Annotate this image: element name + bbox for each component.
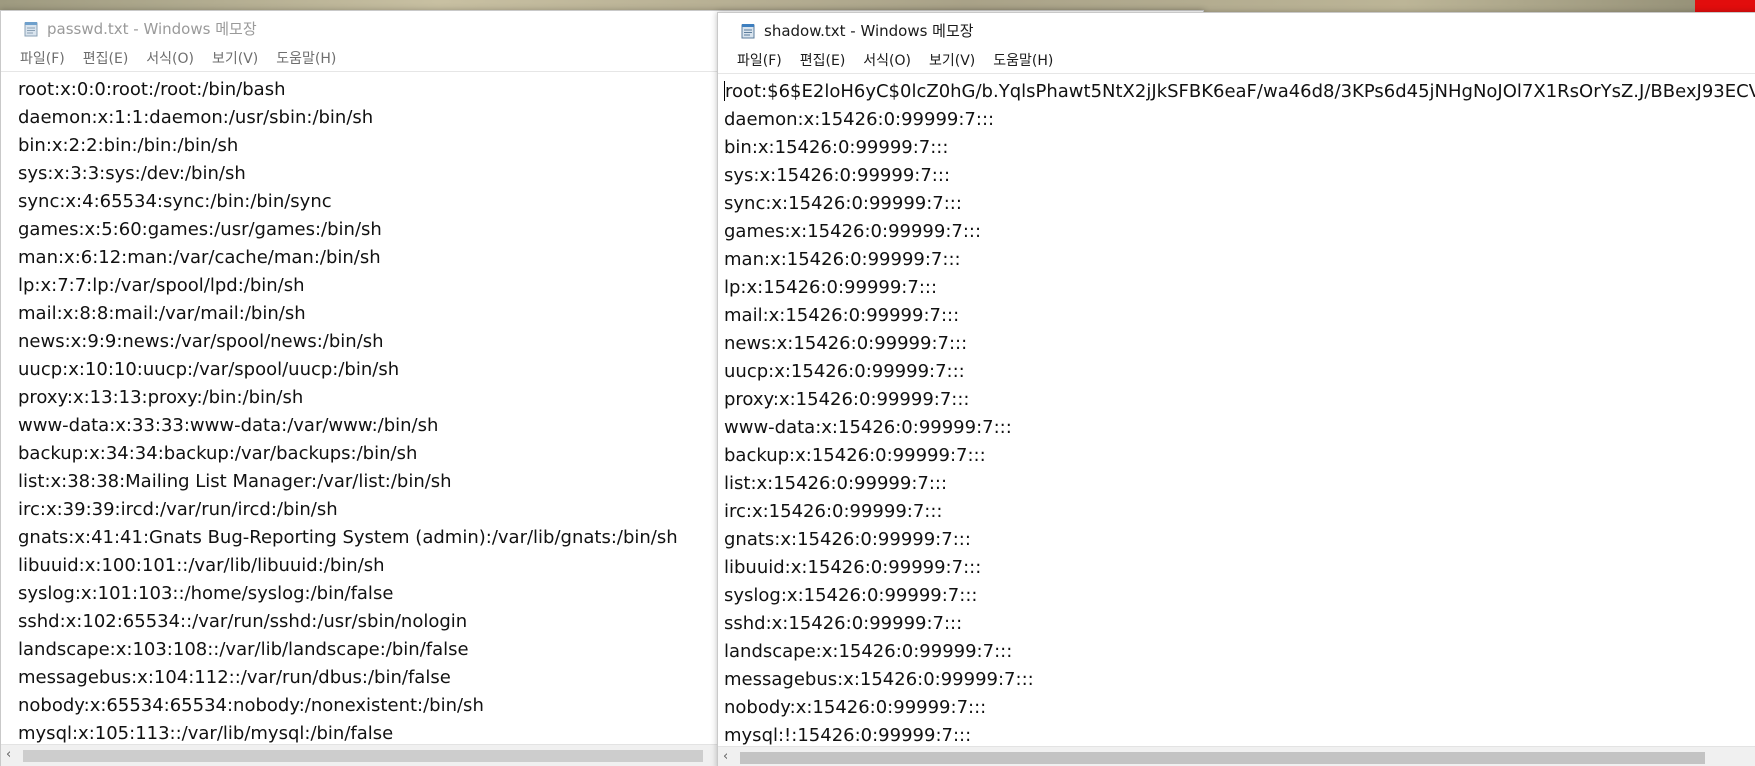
text-lines: root:$6$E2loH6yC$0lcZ0hG/b.YqlsPhawt5NtX… — [724, 78, 1755, 747]
text-lines: root:x:0:0:root:/root:/bin/bash daemon:x… — [18, 76, 678, 745]
scrollbar-thumb[interactable] — [740, 752, 1705, 764]
text-line: uucp:x:15426:0:99999:7::: — [724, 361, 965, 382]
text-line: daemon:x:1:1:daemon:/usr/sbin:/bin/sh — [18, 107, 374, 128]
text-line: backup:x:15426:0:99999:7::: — [724, 445, 986, 466]
text-line: syslog:x:101:103::/home/syslog:/bin/fals… — [18, 583, 394, 604]
text-line: nobody:x:65534:65534:nobody:/nonexistent… — [18, 695, 484, 716]
text-line: nobody:x:15426:0:99999:7::: — [724, 697, 987, 718]
text-line: bin:x:2:2:bin:/bin:/bin/sh — [18, 135, 239, 156]
text-line: sshd:x:102:65534::/var/run/sshd:/usr/sbi… — [18, 611, 468, 632]
text-line: gnats:x:15426:0:99999:7::: — [724, 529, 971, 550]
menu-format[interactable]: 서식(O) — [137, 47, 203, 71]
text-line: syslog:x:15426:0:99999:7::: — [724, 585, 978, 606]
text-line: proxy:x:13:13:proxy:/bin:/bin/sh — [18, 387, 304, 408]
text-line: mail:x:8:8:mail:/var/mail:/bin/sh — [18, 303, 306, 324]
text-line: news:x:9:9:news:/var/spool/news:/bin/sh — [18, 331, 384, 352]
text-line: bin:x:15426:0:99999:7::: — [724, 137, 949, 158]
notepad-icon — [24, 22, 38, 37]
text-line: libuuid:x:15426:0:99999:7::: — [724, 557, 982, 578]
text-line: irc:x:39:39:ircd:/var/run/ircd:/bin/sh — [18, 499, 338, 520]
text-line: messagebus:x:104:112::/var/run/dbus:/bin… — [18, 667, 451, 688]
menu-help[interactable]: 도움말(H) — [984, 49, 1062, 73]
scrollbar-thumb[interactable] — [23, 750, 703, 762]
menu-bar: 파일(F) 편집(E) 서식(O) 보기(V) 도움말(H) — [718, 49, 1755, 73]
menu-edit[interactable]: 편집(E) — [791, 49, 855, 73]
notepad-window-shadow[interactable]: shadow.txt - Windows 메모장 파일(F) 편집(E) 서식(… — [717, 12, 1755, 766]
menu-view[interactable]: 보기(V) — [920, 49, 984, 73]
menu-file[interactable]: 파일(F) — [728, 49, 791, 73]
menu-format[interactable]: 서식(O) — [854, 49, 920, 73]
text-line: daemon:x:15426:0:99999:7::: — [724, 109, 995, 130]
text-line: man:x:6:12:man:/var/cache/man:/bin/sh — [18, 247, 381, 268]
text-line: sys:x:15426:0:99999:7::: — [724, 165, 951, 186]
text-line: backup:x:34:34:backup:/var/backups:/bin/… — [18, 443, 418, 464]
text-line: news:x:15426:0:99999:7::: — [724, 333, 968, 354]
title-bar[interactable]: shadow.txt - Windows 메모장 — [718, 13, 1755, 49]
text-line: www-data:x:15426:0:99999:7::: — [724, 417, 1012, 438]
text-line: www-data:x:33:33:www-data:/var/www:/bin/… — [18, 415, 439, 436]
window-title: shadow.txt - Windows 메모장 — [764, 22, 974, 40]
text-line: games:x:15426:0:99999:7::: — [724, 221, 982, 242]
text-line: sync:x:15426:0:99999:7::: — [724, 193, 962, 214]
menu-file[interactable]: 파일(F) — [11, 47, 74, 71]
text-line: sys:x:3:3:sys:/dev:/bin/sh — [18, 163, 246, 184]
text-line: mysql:!:15426:0:99999:7::: — [724, 725, 972, 746]
text-line: messagebus:x:15426:0:99999:7::: — [724, 669, 1034, 690]
text-line: uucp:x:10:10:uucp:/var/spool/uucp:/bin/s… — [18, 359, 400, 380]
window-title: passwd.txt - Windows 메모장 — [47, 20, 257, 38]
text-line: list:x:15426:0:99999:7::: — [724, 473, 948, 494]
text-line: root:$6$E2loH6yC$0lcZ0hG/b.YqlsPhawt5NtX… — [724, 78, 1755, 106]
text-line: libuuid:x:100:101::/var/lib/libuuid:/bin… — [18, 555, 385, 576]
menu-edit[interactable]: 편집(E) — [74, 47, 138, 71]
horizontal-scrollbar[interactable]: ‹ — [718, 746, 1755, 766]
text-line-content: root:$6$E2loH6yC$0lcZ0hG/b.YqlsPhawt5NtX… — [725, 81, 1755, 102]
chevron-left-icon[interactable]: ‹ — [6, 748, 18, 762]
text-line: landscape:x:103:108::/var/lib/landscape:… — [18, 639, 469, 660]
text-line: mail:x:15426:0:99999:7::: — [724, 305, 960, 326]
text-line: mysql:x:105:113::/var/lib/mysql:/bin/fal… — [18, 723, 394, 744]
text-line: lp:x:7:7:lp:/var/spool/lpd:/bin/sh — [18, 275, 305, 296]
text-line: gnats:x:41:41:Gnats Bug-Reporting System… — [18, 527, 678, 548]
text-line: proxy:x:15426:0:99999:7::: — [724, 389, 970, 410]
chevron-left-icon[interactable]: ‹ — [723, 750, 735, 764]
text-line: irc:x:15426:0:99999:7::: — [724, 501, 943, 522]
text-line: sync:x:4:65534:sync:/bin:/bin/sync — [18, 191, 332, 212]
text-editor-area[interactable]: root:$6$E2loH6yC$0lcZ0hG/b.YqlsPhawt5NtX… — [718, 74, 1755, 747]
text-line: sshd:x:15426:0:99999:7::: — [724, 613, 963, 634]
text-line: root:x:0:0:root:/root:/bin/bash — [18, 79, 286, 100]
text-line: list:x:38:38:Mailing List Manager:/var/l… — [18, 471, 452, 492]
text-line: games:x:5:60:games:/usr/games:/bin/sh — [18, 219, 382, 240]
notepad-icon — [741, 24, 755, 39]
text-line: lp:x:15426:0:99999:7::: — [724, 277, 938, 298]
desktop: passwd.txt - Windows 메모장 파일(F) 편집(E) 서식(… — [0, 0, 1755, 766]
text-line: man:x:15426:0:99999:7::: — [724, 249, 961, 270]
menu-help[interactable]: 도움말(H) — [267, 47, 345, 71]
menu-view[interactable]: 보기(V) — [203, 47, 267, 71]
text-line: landscape:x:15426:0:99999:7::: — [724, 641, 1013, 662]
